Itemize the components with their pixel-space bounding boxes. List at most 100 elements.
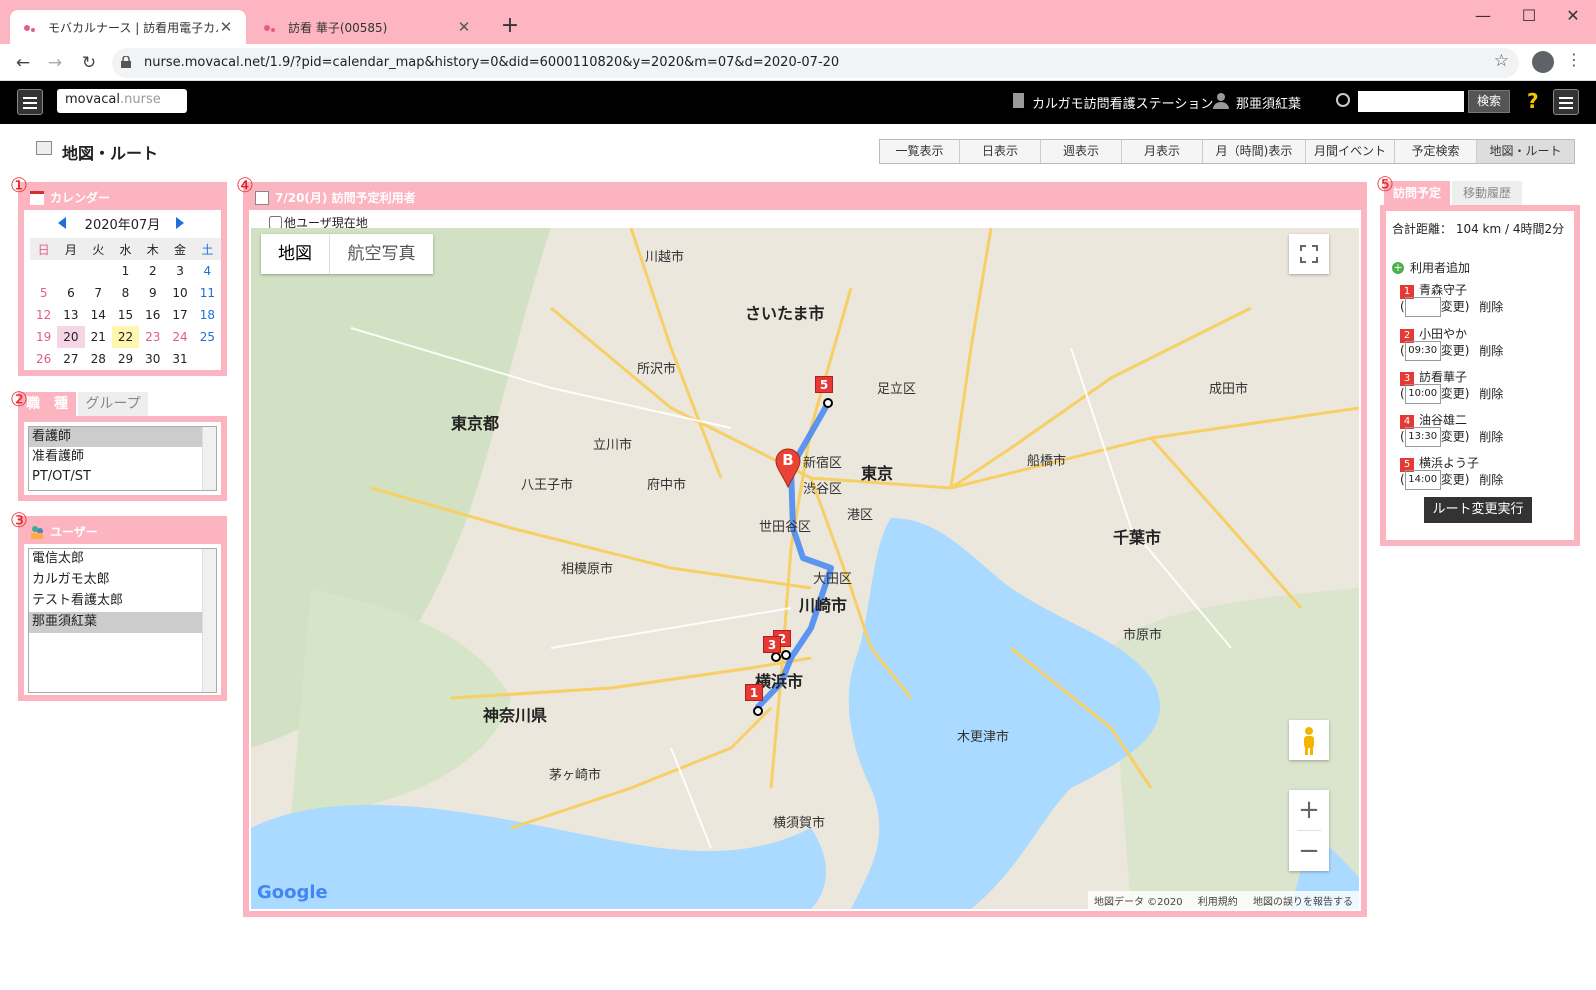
calendar-day[interactable] [30,260,57,282]
route-marker-1[interactable]: 1 [745,684,763,701]
tab-day-view[interactable]: 日表示 [960,140,1041,163]
calendar-day[interactable]: 9 [139,282,166,304]
schedule-time-input[interactable]: 14:00 [1404,470,1441,490]
calendar-day[interactable]: 27 [57,348,84,370]
list-item[interactable]: 電信太郎 [29,549,216,570]
tab-list-view[interactable]: 一覧表示 [880,140,960,163]
calendar-day[interactable]: 1 [112,260,139,282]
tab-monthly-events[interactable]: 月間イベント [1306,140,1395,163]
list-item[interactable]: 看護師 [29,427,216,447]
calendar-day[interactable]: 29 [112,348,139,370]
calendar-day[interactable]: 19 [30,326,57,348]
tab-group[interactable]: グループ [78,392,148,416]
change-link[interactable]: 変更) [1441,300,1470,314]
calendar-day[interactable]: 4 [194,260,221,282]
prev-month-arrow-icon[interactable] [58,217,66,229]
route-point[interactable] [753,706,763,716]
change-link[interactable]: 変更) [1441,387,1470,401]
zoom-in-button[interactable]: + [1289,790,1329,830]
new-tab-button[interactable]: + [496,14,524,38]
fullscreen-button[interactable] [1289,234,1329,274]
list-item[interactable]: 准看護師 [29,447,216,467]
report-error-link[interactable]: 地図の誤りを報告する [1253,897,1353,908]
list-item[interactable]: カルガモ太郎 [29,570,216,591]
calendar-day[interactable]: 15 [112,304,139,326]
tab-month-time-view[interactable]: 月（時間)表示 [1203,140,1306,163]
scrollbar[interactable] [202,427,216,490]
browser-menu-icon[interactable]: ⋮ [1566,50,1582,69]
schedule-time-input[interactable]: 13:30 [1404,427,1441,447]
calendar-day[interactable]: 16 [139,304,166,326]
calendar-day[interactable]: 3 [166,260,193,282]
schedule-time-input[interactable]: 10:00 [1404,384,1441,404]
calendar-day[interactable]: 2 [139,260,166,282]
calendar-day[interactable] [194,348,221,370]
route-point[interactable] [781,650,791,660]
change-link[interactable]: 変更) [1441,473,1470,487]
left-menu-icon[interactable] [17,89,43,115]
calendar-day[interactable] [57,260,84,282]
calendar-day[interactable]: 14 [85,304,112,326]
delete-link[interactable]: 削除 [1479,473,1503,487]
tab-close-icon[interactable]: ✕ [456,18,472,36]
reload-icon[interactable]: ↻ [76,50,102,76]
route-marker-3[interactable]: 3 [763,636,781,653]
browser-tab-active[interactable]: モバカルナース | 訪看用電子カルテ ✕ [10,10,246,44]
list-item[interactable]: PT/OT/ST [29,467,216,487]
tab-month-view[interactable]: 月表示 [1122,140,1203,163]
calendar-day[interactable] [85,260,112,282]
map-type-roadmap-button[interactable]: 地図 [261,234,329,274]
account-icon[interactable] [1532,51,1554,73]
window-close-icon[interactable]: ✕ [1550,4,1596,28]
movacal-logo[interactable]: movacal.nurse [57,89,187,113]
help-icon[interactable]: ? [1527,89,1539,113]
calendar-day[interactable]: 7 [85,282,112,304]
change-link[interactable]: 変更) [1441,430,1470,444]
calendar-day[interactable]: 12 [30,304,57,326]
add-user-link[interactable]: + 利用者追加 [1392,259,1470,276]
calendar-day[interactable]: 10 [166,282,193,304]
calendar-day[interactable]: 31 [166,348,193,370]
delete-link[interactable]: 削除 [1479,344,1503,358]
bookmark-star-icon[interactable]: ☆ [1494,51,1509,71]
tab-week-view[interactable]: 週表示 [1041,140,1122,163]
terms-link[interactable]: 利用規約 [1198,897,1238,908]
delete-link[interactable]: 削除 [1479,300,1503,314]
schedule-time-input[interactable]: 09:30 [1404,341,1441,361]
browser-tab-inactive[interactable]: 訪看 華子(00585) ✕ [250,10,484,44]
street-view-button[interactable] [1289,720,1329,760]
zoom-out-button[interactable]: − [1289,831,1329,871]
scrollbar[interactable] [202,549,216,692]
calendar-day[interactable]: 5 [30,282,57,304]
tab-movement-history[interactable]: 移動履歴 [1452,181,1522,205]
delete-link[interactable]: 削除 [1479,430,1503,444]
map-type-satellite-button[interactable]: 航空写真 [329,234,433,274]
next-month-arrow-icon[interactable] [176,217,184,229]
calendar-day[interactable]: 28 [85,348,112,370]
tab-schedule-search[interactable]: 予定検索 [1395,140,1477,163]
route-change-button[interactable]: ルート変更実行 [1424,497,1532,523]
users-listbox[interactable]: 電信太郎 カルガモ太郎 テスト看護太郎 那亜須紅葉 [28,548,217,693]
minimize-icon[interactable]: — [1460,4,1506,28]
change-link[interactable]: 変更) [1441,344,1470,358]
url-box[interactable]: nurse.movacal.net/1.9/?pid=calendar_map&… [112,48,1519,78]
destination-b-marker[interactable]: B [774,448,802,489]
calendar-day[interactable]: 21 [85,326,112,348]
calendar-day[interactable]: 13 [57,304,84,326]
header-search-input[interactable] [1358,91,1464,112]
calendar-day[interactable]: 25 [194,326,221,348]
schedule-time-input[interactable] [1404,297,1441,317]
forward-icon[interactable]: → [42,50,68,76]
tab-map-route[interactable]: 地図・ルート [1477,140,1574,163]
calendar-day[interactable]: 11 [194,282,221,304]
google-map[interactable]: 地図 航空写真 + − 東京 さいたま市 川崎市 横浜市 千葉市 東京都 神奈川… [251,228,1359,909]
right-menu-icon[interactable] [1553,89,1579,115]
calendar-day[interactable]: 8 [112,282,139,304]
calendar-day[interactable]: 17 [166,304,193,326]
calendar-day-holiday[interactable]: 24 [166,326,193,348]
delete-link[interactable]: 削除 [1479,387,1503,401]
list-item[interactable]: テスト看護太郎 [29,591,216,612]
calendar-day-selected[interactable]: 20 [57,326,85,348]
header-search-button[interactable]: 検索 [1468,90,1510,113]
calendar-day[interactable]: 30 [139,348,166,370]
